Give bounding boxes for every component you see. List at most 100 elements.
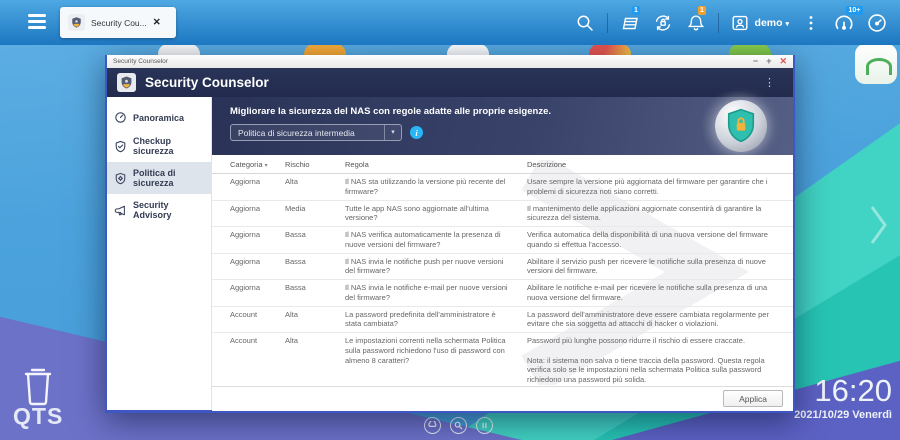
cell-categoria: Aggiorna	[212, 177, 285, 197]
window-minimize-icon[interactable]: −	[753, 57, 758, 66]
taskbar-tab-close-icon[interactable]: ✕	[153, 17, 161, 28]
notifications-badge: 1	[698, 6, 707, 16]
security-counselor-app-icon	[117, 73, 136, 92]
cell-regola: Il NAS invia le notifiche e-mail per nuo…	[345, 283, 527, 303]
cell-categoria: Aggiorna	[212, 283, 285, 303]
apply-button[interactable]: Applica	[723, 390, 783, 407]
shield-gear-icon	[114, 172, 127, 185]
clock-date: 2021/10/29 Venerdì	[794, 409, 892, 421]
sort-arrow-icon: ▾	[265, 163, 268, 169]
desktop-page-2-icon[interactable]	[450, 417, 467, 434]
security-shield-badge	[715, 100, 767, 152]
topbar-divider	[718, 13, 719, 33]
user-avatar-icon	[730, 13, 750, 33]
cell-rischio: Bassa	[285, 283, 345, 303]
desktop: QTS 16:20 2021/10/29 Venerdì Security Co…	[0, 0, 900, 440]
sidebar-item-checkup-sicurezza[interactable]: Checkup sicurezza	[107, 130, 211, 162]
cell-regola: Il NAS verifica automaticamente la prese…	[345, 230, 527, 250]
column-header-descrizione[interactable]: Descrizione	[527, 160, 793, 169]
window-footer: Applica	[212, 386, 793, 411]
cell-descrizione: Abilitare il servizio push per ricevere …	[527, 257, 793, 277]
cell-categoria: Account	[212, 336, 285, 385]
info-icon[interactable]: i	[410, 126, 423, 139]
background-tasks-icon[interactable]: 1	[619, 12, 641, 34]
cell-categoria: Aggiorna	[212, 230, 285, 250]
cell-descrizione: Il mantenimento delle applicazioni aggio…	[527, 204, 793, 224]
security-counselor-window: Security Counselor − + ✕ Security Counse…	[105, 55, 795, 413]
cell-regola: Le impostazioni correnti nella schermata…	[345, 336, 527, 385]
cell-regola: Il NAS sta utilizzando la versione più r…	[345, 177, 527, 197]
table-row[interactable]: Aggiorna Bassa Il NAS invia le notifiche…	[212, 254, 793, 281]
cell-rischio: Alta	[285, 336, 345, 385]
user-name: demo	[755, 17, 783, 29]
policy-select[interactable]: Politica di sicurezza intermedia ▾	[230, 124, 402, 141]
resource-monitor-gauge-icon[interactable]: 10+	[833, 12, 855, 34]
sidebar-item-security-advisory[interactable]: Security Advisory	[107, 194, 211, 226]
user-menu[interactable]: demo ▾	[730, 13, 789, 33]
qts-logo: QTS	[13, 403, 63, 430]
window-titlebar: Security Counselor ⋮	[107, 68, 793, 97]
cell-regola: Tutte le app NAS sono aggiornate all'ult…	[345, 204, 527, 224]
chevron-down-icon: ▾	[384, 125, 401, 140]
table-row[interactable]: Aggiorna Alta Il NAS sta utilizzando la …	[212, 174, 793, 201]
desktop-next-page-chevron-icon[interactable]	[870, 205, 888, 245]
policy-table-body: Aggiorna Alta Il NAS sta utilizzando la …	[212, 174, 793, 386]
desktop-app-icon[interactable]	[855, 44, 897, 84]
table-row[interactable]: Aggiorna Bassa Il NAS invia le notifiche…	[212, 280, 793, 307]
topbar-divider	[607, 13, 608, 33]
topbar-right-icons: 1 1 demo ▾ 10+	[574, 0, 900, 45]
main-menu-icon[interactable]	[28, 14, 46, 32]
taskbar-tab-label: Security Cou...	[91, 18, 147, 28]
clock-time: 16:20	[794, 375, 892, 408]
dashboard-speedometer-icon[interactable]	[866, 12, 888, 34]
sidebar-item-label: Panoramica	[133, 113, 184, 123]
sidebar: Panoramica Checkup sicurezza Politica di…	[107, 97, 212, 410]
megaphone-icon	[114, 204, 127, 217]
sidebar-item-label: Checkup sicurezza	[133, 136, 204, 156]
sidebar-item-panoramica[interactable]: Panoramica	[107, 105, 211, 130]
window-title: Security Counselor	[145, 75, 269, 90]
table-row[interactable]: Account Alta Le impostazioni correnti ne…	[212, 333, 793, 386]
more-options-kebab-icon[interactable]	[800, 12, 822, 34]
column-header-regola[interactable]: Regola	[345, 160, 527, 169]
policy-header: Migliorare la sicurezza del NAS con rego…	[212, 97, 793, 155]
main-panel: Migliorare la sicurezza del NAS con rego…	[212, 97, 793, 410]
cell-rischio: Alta	[285, 177, 345, 197]
desktop-page-3-icon[interactable]	[476, 417, 493, 434]
clock: 16:20 2021/10/29 Venerdì	[794, 375, 892, 421]
cell-descrizione: La password dell'amministratore deve ess…	[527, 310, 793, 330]
window-maximize-icon[interactable]: +	[766, 57, 771, 66]
window-close-icon[interactable]: ✕	[779, 57, 787, 66]
cell-descrizione: Verifica automatica della disponibilità …	[527, 230, 793, 250]
table-row[interactable]: Aggiorna Media Tutte le app NAS sono agg…	[212, 201, 793, 228]
sidebar-item-politica-di-sicurezza[interactable]: Politica di sicurezza	[107, 162, 211, 194]
cell-rischio: Bassa	[285, 257, 345, 277]
window-options-kebab-icon[interactable]: ⋮	[764, 76, 775, 89]
cell-rischio: Alta	[285, 310, 345, 330]
taskbar-tab-security-counselor[interactable]: Security Cou... ✕	[60, 7, 176, 38]
cell-rischio: Bassa	[285, 230, 345, 250]
cell-descrizione: Abilitare le notifiche e-mail per riceve…	[527, 283, 793, 303]
column-header-rischio[interactable]: Rischio	[285, 160, 345, 169]
table-row[interactable]: Aggiorna Bassa Il NAS verifica automatic…	[212, 227, 793, 254]
shield-check-icon	[114, 140, 127, 153]
sidebar-item-label: Politica di sicurezza	[133, 168, 204, 188]
cell-regola: La password predefinita dell'amministrat…	[345, 310, 527, 330]
desktop-page-1-icon[interactable]	[424, 417, 441, 434]
sidebar-item-label: Security Advisory	[133, 200, 204, 220]
notifications-bell-icon[interactable]: 1	[685, 12, 707, 34]
security-counselor-app-icon	[68, 14, 85, 31]
desktop-switcher	[424, 417, 493, 434]
window-strip-title: Security Counselor	[113, 58, 745, 65]
topbar: Security Cou... ✕ 1 1 demo ▾	[0, 0, 900, 45]
table-header-row: Categoria ▾ Rischio Regola Descrizione	[212, 155, 793, 174]
table-row[interactable]: Account Alta La password predefinita del…	[212, 307, 793, 334]
remote-sync-lock-icon[interactable]	[652, 12, 674, 34]
search-icon[interactable]	[574, 12, 596, 34]
cell-descrizione: Usare sempre la versione più aggiornata …	[527, 177, 793, 197]
background-tasks-badge: 1	[632, 6, 641, 16]
resource-monitor-badge: 10+	[846, 6, 863, 16]
column-header-categoria[interactable]: Categoria ▾	[212, 160, 285, 169]
cell-categoria: Aggiorna	[212, 257, 285, 277]
policy-table: Categoria ▾ Rischio Regola Descrizione A…	[212, 155, 793, 386]
